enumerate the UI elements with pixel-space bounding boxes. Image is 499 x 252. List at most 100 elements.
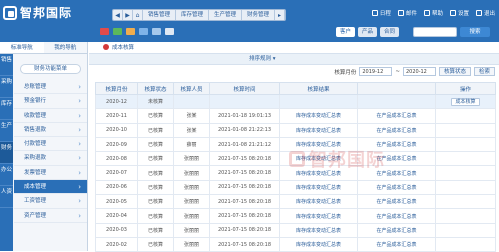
header-link-settings[interactable]: 设置 bbox=[449, 9, 469, 17]
forward-icon[interactable]: ▶ bbox=[123, 10, 133, 20]
cell-time: 2021-01-18 19:01:13 bbox=[209, 108, 280, 124]
table-row[interactable]: 2020-10 已核算 张某 2021-01-08 21:22:13 库存成本变动汇总表… bbox=[95, 122, 496, 138]
table-row[interactable]: 2020-04 已核算 张丽丽 2021-07-15 08:20:18 库存成本变动汇总… bbox=[95, 208, 496, 224]
sort-rule-label[interactable]: 排序规则 bbox=[249, 56, 271, 62]
sidebar-item-bank[interactable]: 预金银行 bbox=[14, 94, 87, 109]
cell-result-2[interactable]: 在产品成本汇总表 bbox=[357, 194, 436, 210]
more-icon[interactable]: ▸ bbox=[275, 10, 286, 20]
sidebar-item-sales-refund[interactable]: 销售退款 bbox=[14, 123, 87, 138]
cell-result-2[interactable] bbox=[357, 93, 436, 110]
col-time[interactable]: 核算时间 bbox=[209, 82, 280, 95]
header-link-logout[interactable]: 退出 bbox=[475, 9, 495, 17]
nav-sales[interactable]: 销售管理 bbox=[143, 10, 177, 20]
cell-result[interactable]: 库存成本变动汇总表 bbox=[279, 108, 358, 124]
shortcut-light-icon[interactable] bbox=[152, 28, 161, 35]
back-icon[interactable]: ◀ bbox=[113, 10, 123, 20]
sidebar-item-invoice[interactable]: 发票管理 bbox=[14, 166, 87, 181]
shortcut-red-icon[interactable] bbox=[100, 28, 109, 35]
cell-result-2[interactable]: 在产品成本汇总表 bbox=[357, 108, 436, 124]
sidebar-item-payments[interactable]: 付款管理 bbox=[14, 137, 87, 152]
cell-result-2[interactable]: 在产品成本汇总表 bbox=[357, 236, 436, 252]
module-tab-office[interactable]: 办公 bbox=[0, 164, 13, 186]
table-row[interactable]: 2020-08 已核算 张丽丽 2021-07-15 08:20:18 库存成本变动汇总… bbox=[95, 151, 496, 167]
module-tab-hr[interactable]: 人资 bbox=[0, 186, 13, 208]
cell-result[interactable]: 库存成本变动汇总表 bbox=[279, 208, 358, 224]
cell-result[interactable]: 库存成本变动汇总表 bbox=[279, 179, 358, 196]
cost-calc-button[interactable]: 成本核算 bbox=[451, 97, 480, 106]
module-tab-production[interactable]: 生产 bbox=[0, 120, 13, 142]
home-icon[interactable]: ⌂ bbox=[133, 10, 143, 20]
table-row[interactable]: 2020-03 已核算 张丽丽 2021-07-15 08:20:18 库存成本变动汇总… bbox=[95, 222, 496, 238]
cell-result[interactable] bbox=[279, 93, 358, 110]
sidebar-item-assets[interactable]: 资产管理 bbox=[14, 209, 87, 223]
sidebar-item-ledger[interactable]: 总账管理 bbox=[14, 80, 87, 95]
col-person[interactable]: 核算人员 bbox=[173, 82, 210, 95]
cell-person: 张丽丽 bbox=[173, 222, 210, 238]
cell-result[interactable]: 库存成本变动汇总表 bbox=[279, 151, 358, 167]
cell-op bbox=[435, 208, 496, 224]
cell-result-2[interactable]: 在产品成本汇总表 bbox=[357, 151, 436, 167]
module-tab-purchase[interactable]: 采购 bbox=[0, 76, 13, 98]
col-status[interactable]: 核算状态 bbox=[137, 82, 174, 95]
logo-text: 智邦国际 bbox=[20, 6, 73, 20]
nav-finance[interactable]: 财务管理 bbox=[242, 10, 276, 20]
sidebar-item-payroll[interactable]: 工资管理 bbox=[14, 194, 87, 209]
table-row[interactable]: 2020-11 已核算 张某 2021-01-18 19:01:13 库存成本变动汇总表… bbox=[95, 108, 496, 124]
sidebar-item-receipts[interactable]: 收款管理 bbox=[14, 109, 87, 123]
status-filter-button[interactable]: 核算状态 bbox=[438, 67, 471, 76]
table-row[interactable]: 2020-06 已核算 张丽丽 2021-07-15 08:20:18 库存成本变动汇总… bbox=[95, 179, 496, 196]
quick-search-tabs: 客户 产品 合同 bbox=[336, 27, 400, 37]
cell-result[interactable]: 库存成本变动汇总表 bbox=[279, 222, 358, 238]
header-link-mail[interactable]: 邮件 bbox=[397, 9, 417, 17]
table-row[interactable]: 2020-12 未核算 成本核算 bbox=[95, 93, 496, 110]
cell-op bbox=[435, 151, 496, 167]
nav-inventory[interactable]: 库存管理 bbox=[176, 10, 210, 20]
tab-my-nav[interactable]: 我的导航 bbox=[44, 42, 88, 53]
search-button[interactable]: 检索 bbox=[473, 67, 495, 76]
module-tab-sales[interactable]: 销售 bbox=[0, 54, 13, 76]
col-op: 操作 bbox=[435, 82, 496, 95]
col-month[interactable]: 核算月份 bbox=[95, 82, 138, 95]
col-result[interactable]: 核算结果 bbox=[279, 82, 358, 95]
cell-result[interactable]: 库存成本变动汇总表 bbox=[279, 194, 358, 210]
cell-result-2[interactable]: 在产品成本汇总表 bbox=[357, 208, 436, 224]
cell-result[interactable]: 库存成本变动汇总表 bbox=[279, 236, 358, 252]
quick-tab-customer[interactable]: 客户 bbox=[336, 27, 356, 37]
cell-result-2[interactable]: 在产品成本汇总表 bbox=[357, 122, 436, 138]
quick-search-button[interactable]: 搜索 bbox=[460, 27, 490, 37]
shortcut-green-icon[interactable] bbox=[113, 28, 122, 35]
quick-tab-contract[interactable]: 合同 bbox=[380, 27, 400, 37]
cell-result-2[interactable]: 在产品成本汇总表 bbox=[357, 179, 436, 196]
sidebar-item-purchase-refund[interactable]: 采购退款 bbox=[14, 151, 87, 166]
filter-to-input[interactable]: 2020-12 bbox=[402, 67, 436, 76]
module-tab-inventory[interactable]: 库存 bbox=[0, 98, 13, 120]
header-link-schedule[interactable]: 日程 bbox=[371, 9, 391, 17]
tab-standard-nav[interactable]: 标准导航 bbox=[0, 42, 44, 53]
cell-result[interactable]: 库存成本变动汇总表 bbox=[279, 136, 358, 153]
page-title-bar: 成本核算 bbox=[89, 42, 499, 54]
cell-result[interactable]: 库存成本变动汇总表 bbox=[279, 165, 358, 181]
cell-result-2[interactable]: 在产品成本汇总表 bbox=[357, 222, 436, 238]
cell-month: 2020-05 bbox=[95, 194, 138, 210]
module-tab-finance[interactable]: 财务 bbox=[0, 142, 13, 164]
table-row[interactable]: 2020-02 已核算 张丽丽 2021-07-15 08:20:18 库存成本变动汇总… bbox=[95, 236, 496, 252]
shortcut-orange-icon[interactable] bbox=[126, 28, 135, 35]
help-icon bbox=[423, 10, 430, 16]
shortcut-gray-icon[interactable] bbox=[165, 28, 174, 35]
app-logo: 智邦国际 bbox=[3, 4, 72, 21]
sidebar-item-cost[interactable]: 成本管理 bbox=[14, 180, 87, 195]
nav-production[interactable]: 生产管理 bbox=[209, 10, 243, 20]
finance-menu-button[interactable]: 财务功能菜单 bbox=[20, 64, 81, 74]
cell-result[interactable]: 库存成本变动汇总表 bbox=[279, 122, 358, 138]
quick-tab-product[interactable]: 产品 bbox=[358, 27, 378, 37]
header-link-help[interactable]: 帮助 bbox=[423, 9, 443, 17]
table-row[interactable]: 2020-05 已核算 张丽丽 2021-07-15 08:20:18 库存成本变动汇总… bbox=[95, 194, 496, 210]
table-row[interactable]: 2020-07 已核算 张丽丽 2021-07-15 08:20:18 库存成本变动汇总… bbox=[95, 165, 496, 181]
filter-from-input[interactable]: 2019-12 bbox=[359, 67, 393, 76]
cell-result-2[interactable]: 在产品成本汇总表 bbox=[357, 136, 436, 153]
shortcut-blue-icon[interactable] bbox=[139, 28, 148, 35]
power-icon bbox=[475, 10, 482, 16]
table-row[interactable]: 2020-09 已核算 薛丽 2021-01-08 21:21:12 库存成本变动汇总表… bbox=[95, 136, 496, 153]
cell-result-2[interactable]: 在产品成本汇总表 bbox=[357, 165, 436, 181]
quick-search-input[interactable] bbox=[413, 27, 457, 37]
